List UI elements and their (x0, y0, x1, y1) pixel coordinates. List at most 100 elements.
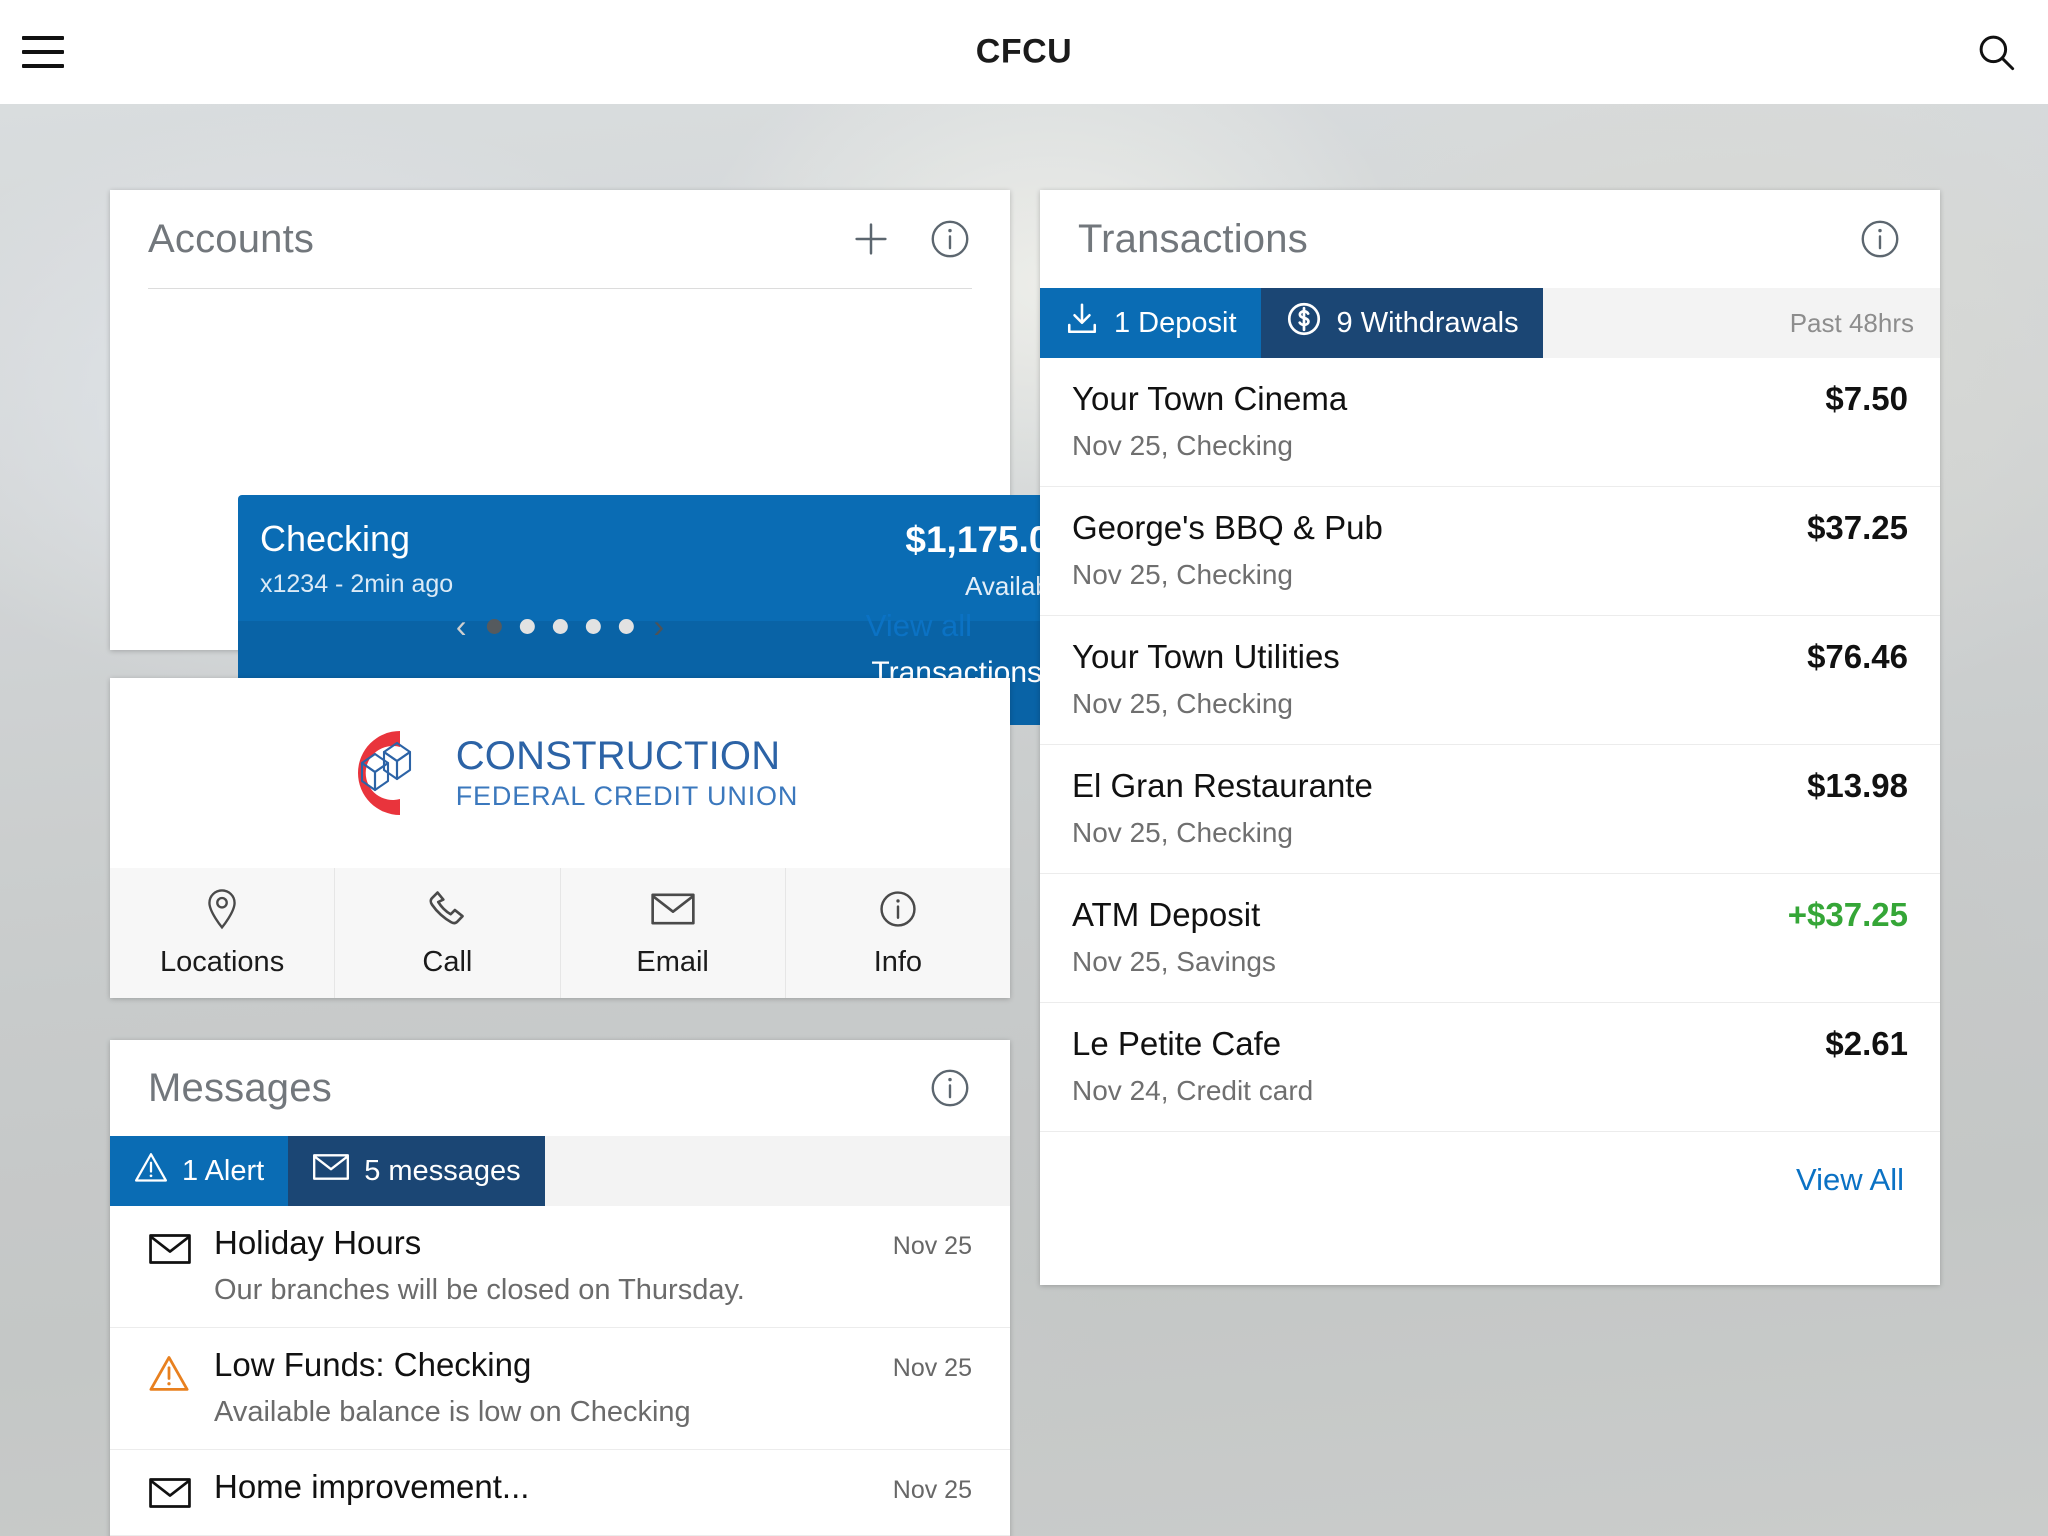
account-subtitle: x1234 - 2min ago (260, 570, 454, 598)
accounts-view-all-link[interactable]: View all (866, 608, 972, 644)
locations-label: Locations (160, 946, 285, 978)
call-button[interactable]: Call (335, 868, 561, 998)
message-title: Home improvement... (214, 1468, 530, 1505)
messages-card: Messages 1 Alert 5 messages Holiday Hour… (110, 1040, 1010, 1536)
transaction-row[interactable]: Your Town Cinema $7.50 Nov 25, Checking (1040, 358, 1940, 487)
transaction-amount: $76.46 (1807, 638, 1908, 675)
info-circle-icon[interactable] (928, 1066, 972, 1110)
transactions-card-header: Transactions (1040, 190, 1940, 288)
messages-title: Messages (148, 1065, 332, 1110)
transaction-name: El Gran Restaurante (1072, 767, 1373, 804)
info-button[interactable]: Info (785, 868, 1010, 998)
transaction-row[interactable]: ATM Deposit +$37.25 Nov 25, Savings (1040, 874, 1940, 1003)
transaction-row[interactable]: Le Petite Cafe $2.61 Nov 24, Credit card (1040, 1003, 1940, 1132)
phone-icon (426, 887, 468, 936)
accounts-card-header: Accounts (110, 190, 1010, 288)
pager-prev-button[interactable]: ‹ (456, 610, 467, 642)
pager-dot[interactable] (519, 618, 535, 634)
info-label: Info (873, 946, 923, 978)
transaction-name: George's BBQ & Pub (1072, 509, 1383, 546)
transactions-title: Transactions (1078, 216, 1308, 261)
transaction-meta: Nov 25, Checking (1072, 688, 1294, 719)
message-date: Nov 25 (892, 1354, 972, 1382)
message-list-item[interactable]: Holiday Hours Nov 25 Our branches will b… (110, 1206, 1010, 1328)
transactions-view-all-link[interactable]: View All (1796, 1162, 1904, 1198)
transaction-amount: $2.61 (1825, 1025, 1908, 1062)
pager-dot[interactable] (552, 618, 568, 634)
map-pin-icon (203, 887, 241, 936)
transaction-row[interactable]: El Gran Restaurante $13.98 Nov 25, Check… (1040, 745, 1940, 874)
account-name: Checking (260, 518, 411, 559)
tab-messages[interactable]: 5 messages (288, 1136, 545, 1206)
envelope-icon (148, 1468, 192, 1515)
email-label: Email (636, 946, 709, 978)
brand-name-line2: FEDERAL CREDIT UNION (455, 781, 799, 811)
transaction-name: Your Town Cinema (1072, 380, 1348, 417)
transaction-meta: Nov 25, Checking (1072, 559, 1294, 590)
app-root: CFCU Accounts Checking x1234 - 2min ago … (0, 0, 2048, 1536)
transaction-name: ATM Deposit (1072, 896, 1261, 933)
pager-next-button[interactable]: › (654, 610, 665, 642)
search-icon[interactable] (1972, 28, 2020, 76)
email-button[interactable]: Email (560, 868, 786, 998)
transaction-name: Your Town Utilities (1072, 638, 1340, 675)
accounts-title: Accounts (148, 216, 315, 261)
message-snippet: Our branches will be closed on Thursday. (214, 1274, 745, 1306)
transaction-row[interactable]: George's BBQ & Pub $37.25 Nov 25, Checki… (1040, 487, 1940, 616)
page-title: CFCU (975, 32, 1073, 71)
transaction-meta: Nov 24, Credit card (1072, 1075, 1314, 1106)
top-app-bar: CFCU (0, 0, 2048, 104)
warning-triangle-icon (148, 1346, 192, 1429)
transaction-meta: Nov 25, Checking (1072, 817, 1294, 848)
tab-withdrawals-label: 9 Withdrawals (1336, 306, 1519, 339)
pager-dot[interactable] (585, 618, 601, 634)
download-tray-icon (1064, 301, 1100, 345)
info-circle-icon (877, 887, 919, 936)
envelope-icon (650, 887, 696, 936)
pager-dot[interactable] (618, 618, 634, 634)
warning-triangle-icon (134, 1151, 168, 1191)
message-date: Nov 25 (892, 1476, 972, 1504)
transaction-name: Le Petite Cafe (1072, 1025, 1282, 1062)
brand-logo: CONSTRUCTION FEDERAL CREDIT UNION (110, 678, 1010, 868)
message-snippet: Available balance is low on Checking (214, 1396, 691, 1428)
info-circle-icon[interactable] (1858, 217, 1902, 261)
message-list-item[interactable]: Low Funds: Checking Nov 25 Available bal… (110, 1328, 1010, 1450)
dollar-circle-icon (1285, 300, 1323, 346)
tab-alerts[interactable]: 1 Alert (110, 1136, 289, 1206)
tab-deposits[interactable]: 1 Deposit (1040, 288, 1261, 358)
transaction-row[interactable]: Your Town Utilities $76.46 Nov 25, Check… (1040, 616, 1940, 745)
tab-messages-label: 5 messages (364, 1154, 521, 1187)
transactions-card: Transactions 1 Deposit 9 Withdrawals Pas… (1040, 190, 1940, 1285)
envelope-icon (312, 1152, 350, 1190)
envelope-icon (148, 1224, 192, 1307)
call-label: Call (422, 946, 473, 978)
pager-dots (486, 618, 634, 634)
message-list-item[interactable]: Home improvement... Nov 25 (110, 1450, 1010, 1536)
plus-icon[interactable] (848, 216, 894, 262)
transaction-amount: $7.50 (1825, 380, 1908, 417)
accounts-card: Accounts Checking x1234 - 2min ago $1,17… (110, 190, 1100, 725)
contact-actions-row: Locations Call Email Info (110, 868, 1010, 998)
locations-button[interactable]: Locations (110, 868, 336, 998)
transactions-tabs: 1 Deposit 9 Withdrawals Past 48hrs (1040, 288, 1940, 358)
brand-contact-card: CONSTRUCTION FEDERAL CREDIT UNION Locati… (110, 678, 1010, 998)
tab-withdrawals[interactable]: 9 Withdrawals (1260, 288, 1543, 358)
message-title: Holiday Hours (214, 1224, 422, 1261)
transaction-amount: $13.98 (1807, 767, 1908, 804)
tab-deposits-label: 1 Deposit (1114, 306, 1237, 339)
info-circle-icon[interactable] (928, 217, 972, 261)
transaction-amount: $37.25 (1807, 509, 1908, 546)
pager-dot[interactable] (486, 618, 502, 634)
transactions-range-label: Past 48hrs (1789, 307, 1914, 338)
messages-tabs: 1 Alert 5 messages (110, 1136, 1010, 1206)
divider (148, 288, 972, 289)
message-date: Nov 25 (892, 1232, 972, 1260)
transaction-meta: Nov 25, Checking (1072, 430, 1294, 461)
transaction-meta: Nov 25, Savings (1072, 946, 1276, 977)
brand-name-line1: CONSTRUCTION (455, 734, 781, 778)
tab-alerts-label: 1 Alert (182, 1154, 265, 1187)
transactions-footer: View All (1040, 1132, 1940, 1228)
message-title: Low Funds: Checking (214, 1346, 532, 1383)
transaction-amount: +$37.25 (1787, 896, 1908, 933)
